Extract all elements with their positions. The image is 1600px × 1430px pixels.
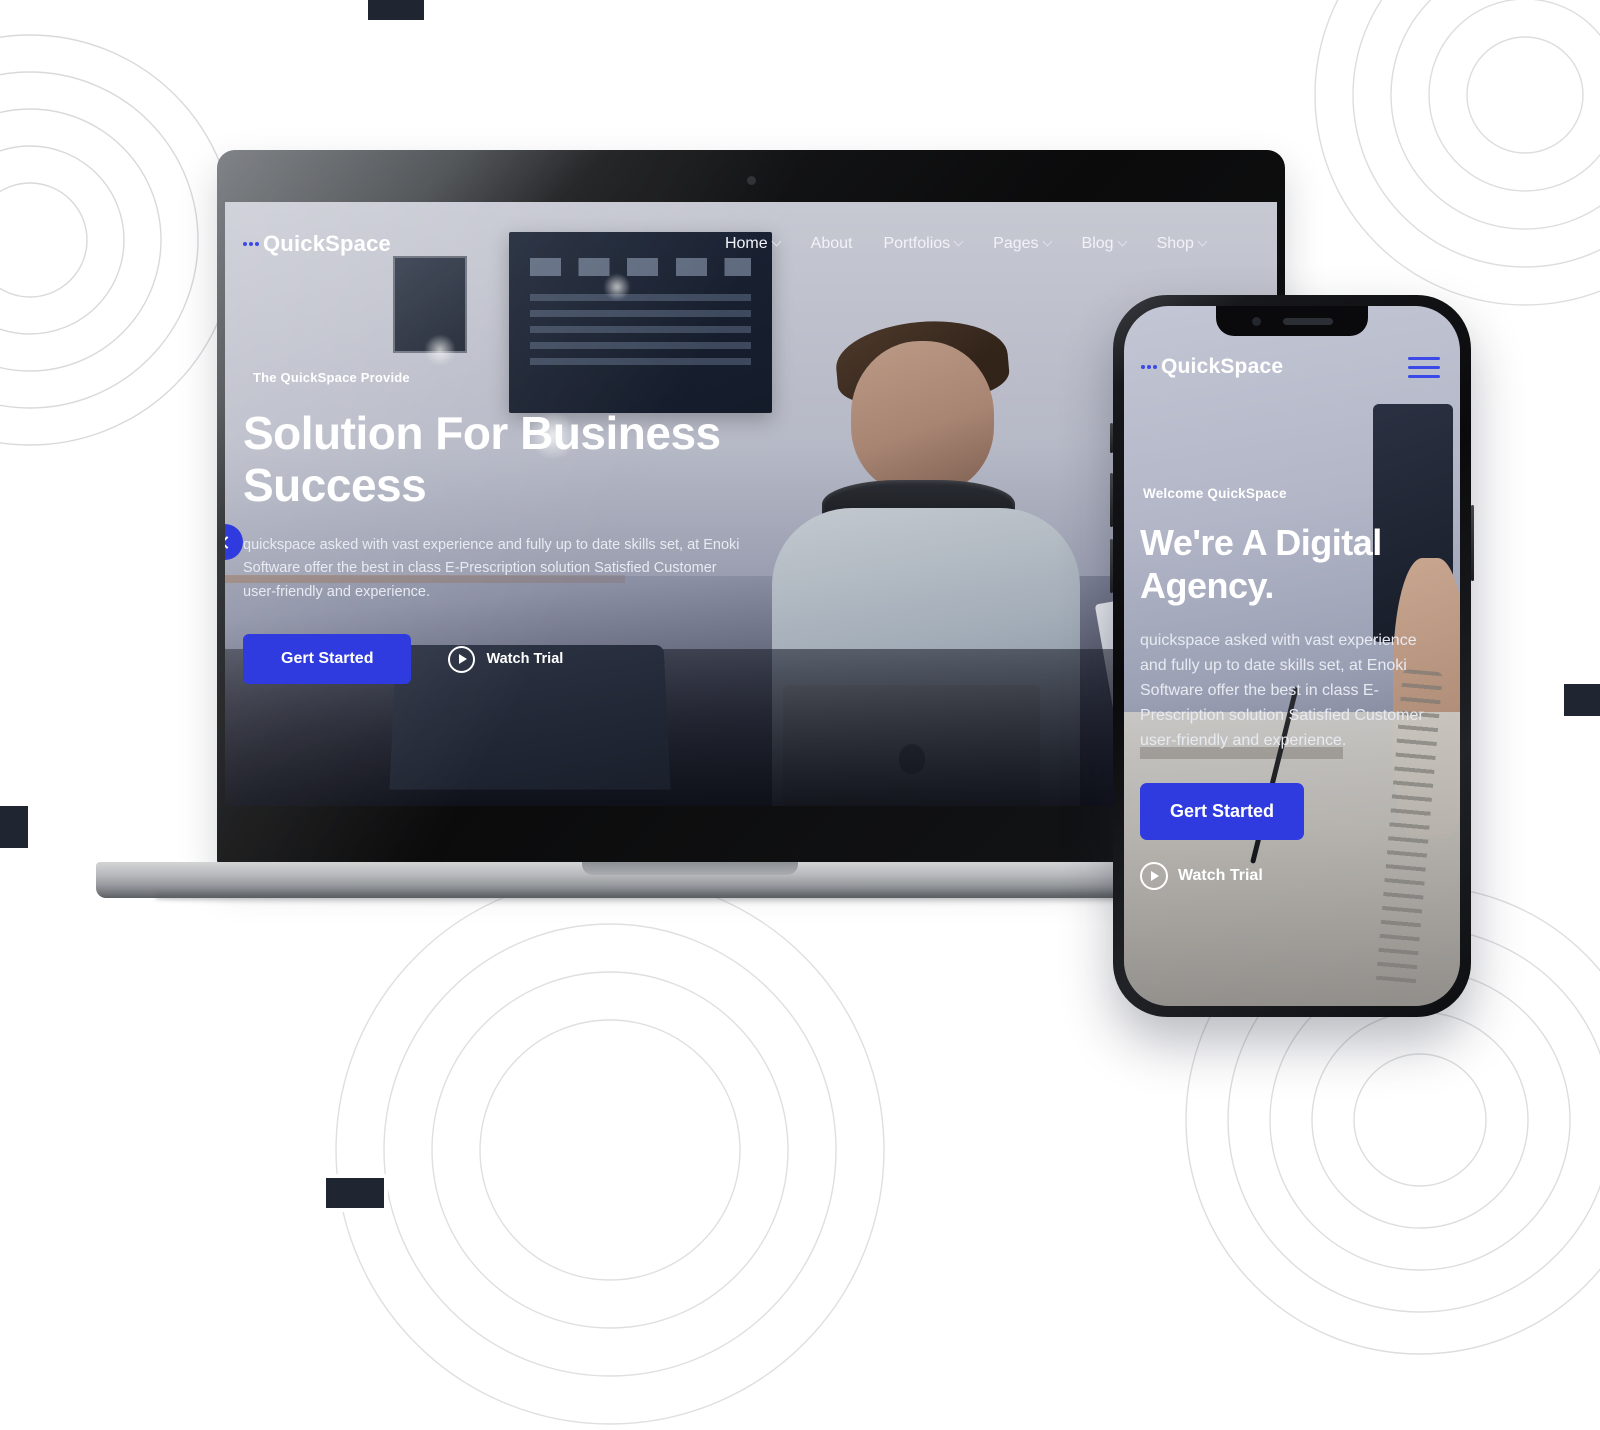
chevron-down-icon xyxy=(1197,236,1208,246)
play-icon xyxy=(1140,862,1168,891)
desktop-hero: The QuickSpace Provide Solution For Busi… xyxy=(243,370,743,685)
watch-trial-label: Watch Trial xyxy=(486,651,564,668)
laptop-shadow xyxy=(156,894,1224,904)
brand-name: QuickSpace xyxy=(1161,355,1284,378)
chevron-down-icon xyxy=(771,236,782,246)
mobile-hero-description: quickspace asked with vast experience an… xyxy=(1140,632,1424,749)
mobile-get-started-button[interactable]: Gert Started xyxy=(1140,783,1305,841)
decorative-square-left xyxy=(0,806,28,848)
mobile-watch-trial-button[interactable]: Watch Trial xyxy=(1140,862,1263,891)
main-navigation: Home About Portfolios Pages Blog Shop xyxy=(724,235,1208,253)
nav-item-home[interactable]: Home xyxy=(724,235,782,253)
decorative-square-top xyxy=(368,0,424,20)
nav-label: Blog xyxy=(1081,235,1114,252)
chevron-down-icon xyxy=(1042,236,1052,246)
decorative-square-right xyxy=(1564,684,1600,716)
nav-label: Portfolios xyxy=(883,235,951,252)
play-icon xyxy=(448,645,476,673)
brand-logo[interactable]: QuickSpace xyxy=(243,231,391,257)
laptop-mockup: QuickSpace Home About Portfolios Pages B… xyxy=(96,150,1285,910)
mobile-hero-eyebrow: Welcome QuickSpace xyxy=(1143,486,1287,501)
hamburger-menu-icon[interactable] xyxy=(1408,356,1440,378)
hero-title: Solution For Business Success xyxy=(243,407,721,512)
phone-screen: QuickSpace Welcome QuickSpace We're A Di… xyxy=(1124,306,1460,1006)
mobile-brand-logo[interactable]: QuickSpace xyxy=(1141,355,1283,379)
phone-notch xyxy=(1216,306,1368,336)
nav-label: Pages xyxy=(993,235,1039,252)
nav-item-portfolios[interactable]: Portfolios xyxy=(883,235,964,253)
earpiece-speaker-icon xyxy=(1282,317,1333,325)
mobile-website: QuickSpace Welcome QuickSpace We're A Di… xyxy=(1124,306,1460,1006)
phone-volume-up-button xyxy=(1110,473,1113,527)
get-started-button[interactable]: Gert Started xyxy=(243,634,412,685)
phone-mute-switch xyxy=(1110,423,1113,453)
phone-volume-down-button xyxy=(1110,539,1113,593)
brand-name: QuickSpace xyxy=(263,231,391,256)
phone-power-button xyxy=(1471,505,1474,581)
nav-item-blog[interactable]: Blog xyxy=(1081,235,1128,253)
desktop-site-header: QuickSpace Home About Portfolios Pages B… xyxy=(225,202,1277,266)
phone-mockup: QuickSpace Welcome QuickSpace We're A Di… xyxy=(1110,295,1474,1017)
laptop-camera-icon xyxy=(747,176,756,185)
hero-actions: Gert Started Watch Trial xyxy=(243,634,743,685)
decorative-rings-bottom-left xyxy=(330,870,890,1430)
chevron-down-icon xyxy=(1117,236,1128,246)
nav-item-about[interactable]: About xyxy=(811,235,853,253)
chevron-down-icon xyxy=(953,236,964,246)
nav-item-pages[interactable]: Pages xyxy=(993,235,1052,253)
mobile-hero-actions: Gert Started Watch Trial xyxy=(1140,783,1440,891)
mobile-hero-title: We're A Digital Agency. xyxy=(1140,522,1382,607)
logo-dots-icon xyxy=(243,242,259,246)
chevron-left-icon xyxy=(225,535,233,549)
mobile-watch-trial-label: Watch Trial xyxy=(1178,867,1263,885)
nav-item-shop[interactable]: Shop xyxy=(1156,235,1208,253)
hero-eyebrow: The QuickSpace Provide xyxy=(253,370,410,385)
decorative-square-bottom xyxy=(326,1178,384,1208)
laptop-base xyxy=(96,862,1284,898)
watch-trial-button[interactable]: Watch Trial xyxy=(448,645,564,673)
front-camera-icon xyxy=(1251,316,1261,326)
hero-description: quickspace asked with vast experience an… xyxy=(243,536,740,600)
logo-dots-icon xyxy=(1141,365,1157,369)
mobile-hero: Welcome QuickSpace We're A Digital Agenc… xyxy=(1140,486,1440,891)
nav-label: About xyxy=(810,235,853,252)
decorative-rings-top-right xyxy=(1310,0,1600,310)
nav-label: Shop xyxy=(1156,235,1194,252)
nav-label: Home xyxy=(724,235,768,252)
